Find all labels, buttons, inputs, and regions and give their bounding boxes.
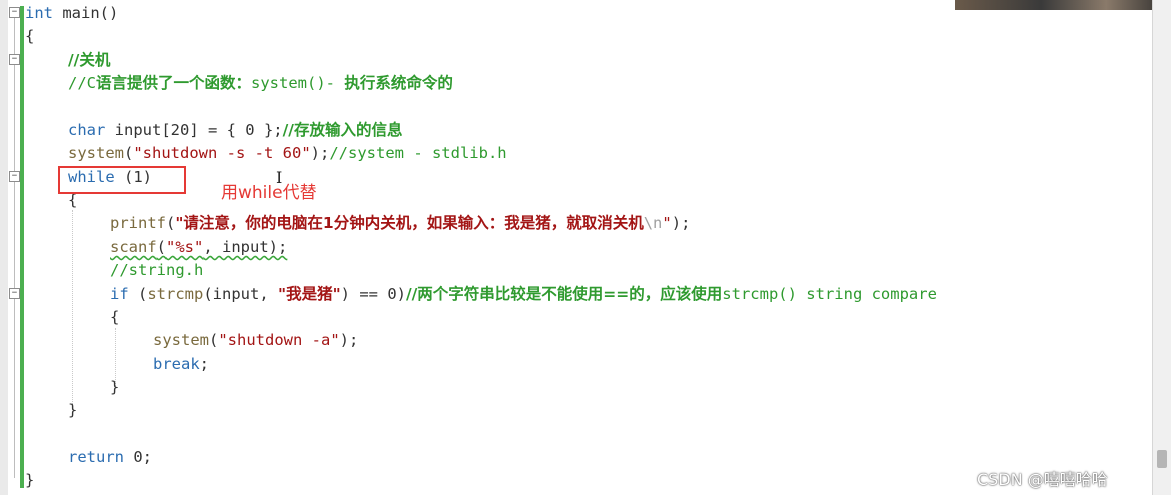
code-line[interactable]: //关机 bbox=[68, 50, 110, 70]
code-line[interactable]: //C语言提供了一个函数：system()- 执行系统命令的 bbox=[68, 73, 453, 93]
code-line[interactable]: scanf("%s", input); bbox=[110, 237, 287, 257]
warning-squiggle[interactable]: scanf("%s", input); bbox=[110, 238, 287, 256]
code-line[interactable]: //string.h bbox=[110, 260, 203, 280]
fold-toggle-comment[interactable]: − bbox=[9, 54, 20, 65]
code-line[interactable]: { bbox=[110, 307, 119, 327]
code-line[interactable]: } bbox=[68, 400, 77, 420]
editor-margin bbox=[0, 0, 8, 495]
code-line[interactable]: return 0; bbox=[68, 447, 152, 467]
annotation-text: 用while代替 bbox=[221, 183, 317, 203]
vertical-scrollbar[interactable] bbox=[1152, 0, 1171, 495]
indent-guide bbox=[72, 210, 73, 410]
code-line[interactable]: if (strcmp(input, "我是猪") == 0)//两个字符串比较是… bbox=[110, 284, 937, 304]
code-line[interactable]: { bbox=[25, 26, 34, 46]
highlight-box bbox=[58, 166, 186, 194]
code-line[interactable]: } bbox=[25, 470, 34, 490]
scrollbar-thumb[interactable] bbox=[1157, 450, 1167, 468]
fold-toggle-while[interactable]: − bbox=[9, 171, 20, 182]
code-line[interactable]: system("shutdown -s -t 60");//system - s… bbox=[68, 143, 507, 163]
watermark: CSDN @嘻嘻哈哈 bbox=[977, 470, 1108, 489]
code-line[interactable]: break; bbox=[153, 354, 209, 374]
code-line[interactable]: int main() bbox=[25, 3, 118, 23]
change-indicator-bar bbox=[20, 6, 24, 488]
fold-line-main bbox=[14, 18, 15, 478]
code-line[interactable]: } bbox=[110, 377, 119, 397]
code-editor[interactable]: − − − − int main() { //关机 //C语言提供了一个函数：s… bbox=[0, 0, 1152, 495]
webcam-overlay bbox=[955, 0, 1171, 10]
code-line[interactable]: printf("请注意，你的电脑在1分钟内关机，如果输入：我是猪，就取消关机\n… bbox=[110, 213, 690, 233]
fold-toggle-if[interactable]: − bbox=[9, 288, 20, 299]
code-line[interactable]: char input[20] = { 0 };//存放输入的信息 bbox=[68, 120, 402, 140]
fold-toggle-main[interactable]: − bbox=[9, 7, 20, 18]
text-cursor-icon: I bbox=[276, 168, 283, 187]
code-line[interactable]: system("shutdown -a"); bbox=[153, 330, 358, 350]
